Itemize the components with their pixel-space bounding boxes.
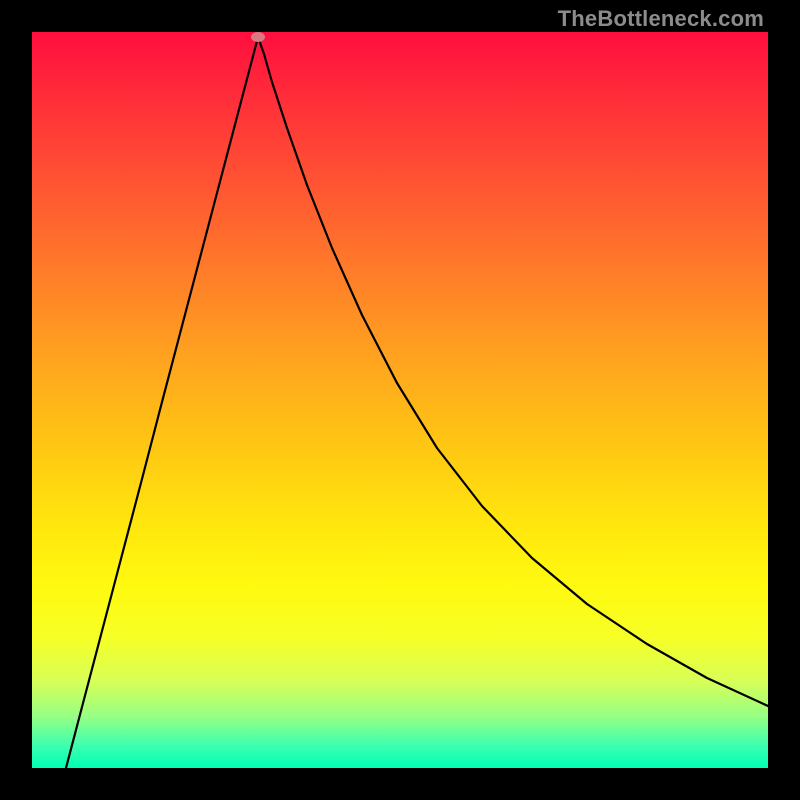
plot-area [32, 32, 768, 768]
bottleneck-curve [32, 32, 768, 768]
watermark-text: TheBottleneck.com [558, 6, 764, 32]
chart-frame: TheBottleneck.com [0, 0, 800, 800]
minimum-marker [251, 32, 265, 42]
